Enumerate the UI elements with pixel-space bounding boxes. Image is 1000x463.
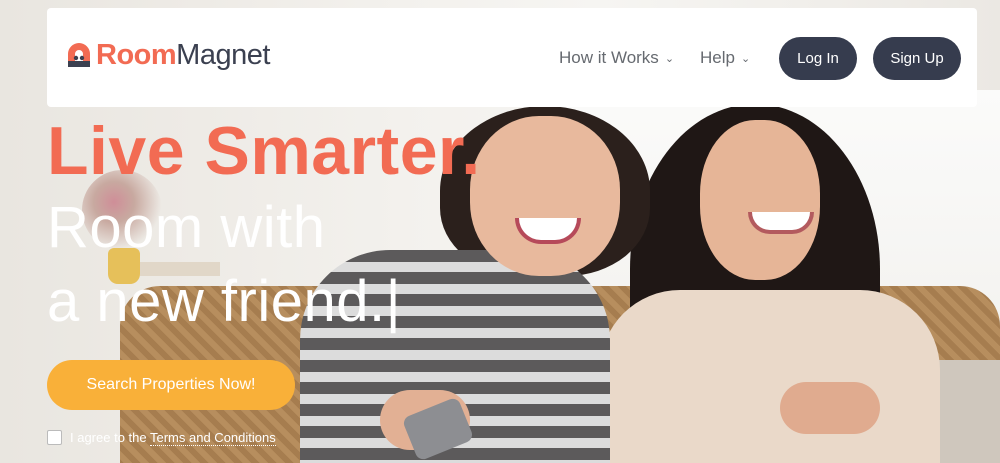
checkbox-icon[interactable] (47, 430, 62, 445)
hero-headline: Live Smarter. (47, 113, 481, 189)
hero-subline-1: Room with (47, 195, 326, 260)
woman-right-body (600, 290, 940, 463)
chevron-down-icon: ⌄ (740, 52, 751, 65)
logo-magnet-icon (65, 41, 93, 69)
nav-help-label: Help (700, 48, 735, 67)
search-properties-button[interactable]: Search Properties Now! (47, 360, 295, 410)
woman-left-face (470, 116, 620, 276)
top-navbar: RoomMagnet How it Works ⌄ Help ⌄ Log In … (47, 8, 977, 107)
terms-agreement: I agree to the Terms and Conditions (47, 430, 276, 446)
nav-help[interactable]: Help ⌄ (700, 48, 750, 68)
hero-subline-2: a new friend.| (47, 268, 401, 335)
terms-agree-text: I agree to the Terms and Conditions (70, 430, 276, 446)
brand-name: RoomMagnet (96, 39, 270, 72)
brand-name-magnet: Magnet (176, 38, 270, 71)
chevron-down-icon: ⌄ (664, 52, 675, 65)
brand-name-room: Room (96, 38, 177, 71)
woman-right-face (700, 120, 820, 280)
terms-link[interactable]: Terms and Conditions (150, 430, 276, 446)
nav-how-it-works-label: How it Works (559, 48, 659, 67)
typing-cursor: | (385, 269, 402, 334)
signup-button[interactable]: Sign Up (873, 37, 961, 80)
hand-right (780, 382, 880, 434)
login-button[interactable]: Log In (779, 37, 857, 80)
nav-how-it-works[interactable]: How it Works ⌄ (559, 48, 674, 68)
hero-subline-2-text: a new friend. (47, 269, 386, 334)
brand-logo[interactable]: RoomMagnet (65, 35, 270, 75)
terms-agree-prefix: I agree to the (70, 430, 150, 445)
